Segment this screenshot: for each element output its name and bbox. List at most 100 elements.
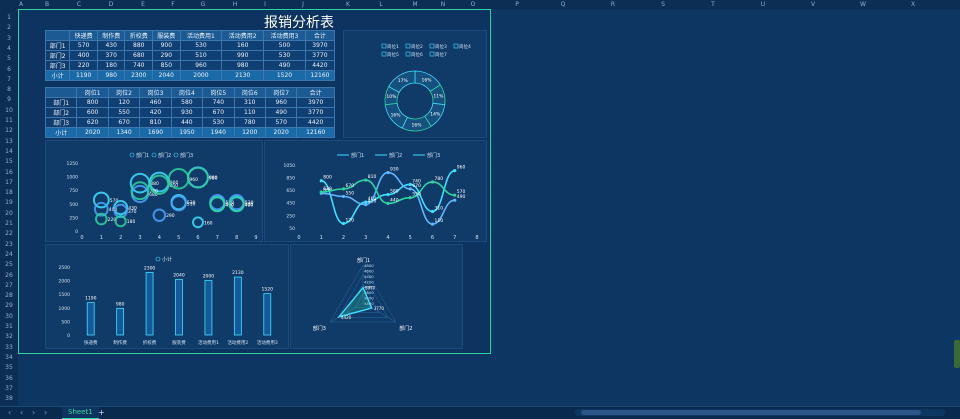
table-cell[interactable]: 810 [139,117,172,128]
table-cell[interactable]: 980 [96,70,126,81]
row-header-32[interactable]: 32 [0,332,18,341]
bubble-chart-panel[interactable]: 部门1 部门2 部门3 0 1 2 3 4 5 6 7 8 9 0 250 500 750 1000 1250 570… [45,140,263,242]
column-header-cell[interactable]: 服装费 [152,30,181,41]
column-header-cell[interactable]: 折校费 [124,30,154,41]
table-cell[interactable]: 570 [264,117,298,128]
column-header-V[interactable]: V [806,0,820,9]
table-cell[interactable]: 2300 [124,70,154,81]
table-cell[interactable]: 1940 [202,127,235,138]
column-header-T[interactable]: T [706,0,720,9]
table-cell[interactable]: 2040 [152,70,181,81]
row-header-35[interactable]: 35 [0,363,18,372]
table-cell[interactable]: 3970 [296,97,335,108]
table-cell[interactable]: 部门2 [44,50,71,61]
row-header-3[interactable]: 3 [0,34,18,43]
table-cell[interactable]: 740 [124,60,154,71]
column-header-cell[interactable]: 合计 [304,30,336,41]
row-header-28[interactable]: 28 [0,291,18,300]
table-cell[interactable]: 530 [179,40,223,51]
column-header-cell[interactable]: 岗位7 [264,87,298,98]
table-cell[interactable]: 490 [263,60,306,71]
table-cell[interactable]: 12160 [296,127,335,138]
row-header-34[interactable]: 34 [0,353,18,362]
row-header-1[interactable]: 1 [0,13,18,22]
table-cell[interactable]: 680 [124,50,154,61]
table-cell[interactable]: 930 [170,107,204,118]
row-header-13[interactable]: 13 [0,137,18,146]
horizontal-scroll-thumb[interactable] [581,410,921,415]
row-header-33[interactable]: 33 [0,343,18,352]
row-header-5[interactable]: 5 [0,54,18,63]
row-header-22[interactable]: 22 [0,229,18,238]
table-cell[interactable]: 310 [233,97,266,108]
table-cell[interactable]: 670 [202,107,235,118]
table-cell[interactable]: 960 [179,60,223,71]
table-cell[interactable]: 530 [263,50,306,61]
table-cell[interactable]: 900 [152,40,181,51]
table-cell[interactable]: 3970 [304,40,336,51]
horizontal-scrollbar[interactable] [575,409,945,416]
column-header-cell[interactable] [44,30,71,41]
column-header-cell[interactable]: 岗位4 [170,87,204,98]
row-header-6[interactable]: 6 [0,65,18,74]
column-header-Q[interactable]: Q [556,0,570,9]
row-header-20[interactable]: 20 [0,209,18,218]
next-sheet-icon[interactable]: › [32,407,35,418]
column-header-E[interactable]: E [136,0,150,9]
table-cell[interactable]: 12160 [304,70,336,81]
table-cell[interactable]: 550 [107,107,141,118]
dashboard-range[interactable]: 报销分析表 快递费 制作费 折校费 服装费 活动费用1 活动费用2 活动费用3 合计 部门1 57… [18,9,491,354]
row-header-9[interactable]: 9 [0,95,18,104]
column-header-H[interactable]: H [228,0,242,9]
column-header-O[interactable]: O [466,0,480,9]
table-cell[interactable]: 500 [263,40,306,51]
table-cell[interactable]: 980 [221,60,265,71]
column-header-cell[interactable]: 岗位3 [139,87,172,98]
table-cell[interactable]: 110 [233,107,266,118]
table-cell[interactable]: 1340 [107,127,141,138]
row-header-23[interactable]: 23 [0,240,18,249]
table-cell[interactable]: 220 [69,60,98,71]
table-cell[interactable]: 小计 [44,127,78,138]
prev-sheet-icon[interactable]: ‹ [20,407,23,418]
table-cell[interactable]: 420 [139,107,172,118]
row-header-21[interactable]: 21 [0,219,18,228]
table-cell[interactable]: 370 [96,50,126,61]
bar-chart-panel[interactable]: 小计 0 500 1000 1500 2000 2500 1190 快递费 980 制作费 2300 折… [45,244,289,349]
table-cell[interactable]: 160 [221,40,265,51]
table-cell[interactable]: 1200 [233,127,266,138]
row-header-8[interactable]: 8 [0,85,18,94]
row-header-38[interactable]: 38 [0,394,18,403]
column-header-cell[interactable]: 快递费 [69,30,98,41]
column-header-I[interactable]: I [258,0,272,9]
table-cell[interactable]: 620 [76,117,109,128]
column-header-F[interactable]: F [166,0,180,9]
row-header-30[interactable]: 30 [0,312,18,321]
table-cell[interactable]: 880 [124,40,154,51]
row-header-24[interactable]: 24 [0,250,18,259]
row-header-17[interactable]: 17 [0,178,18,187]
column-header-P[interactable]: P [510,0,524,9]
table-cell[interactable]: 1950 [170,127,204,138]
column-header-cell[interactable] [44,87,78,98]
table-cell[interactable]: 430 [96,40,126,51]
table-cell[interactable]: 4420 [304,60,336,71]
table-cell[interactable]: 2020 [264,127,298,138]
table-cell[interactable]: 部门3 [44,117,78,128]
table-cell[interactable]: 440 [170,117,204,128]
column-header-S[interactable]: S [656,0,670,9]
table-cell[interactable]: 2020 [76,127,109,138]
table-cell[interactable]: 部门1 [44,97,78,108]
row-header-14[interactable]: 14 [0,147,18,156]
first-sheet-icon[interactable]: ‹ [8,407,11,418]
table-cell[interactable]: 740 [202,97,235,108]
table-cell[interactable]: 510 [179,50,223,61]
column-header-N[interactable]: N [436,0,450,9]
row-header-25[interactable]: 25 [0,260,18,269]
table-cell[interactable]: 180 [96,60,126,71]
table-cell[interactable]: 570 [69,40,98,51]
last-sheet-icon[interactable]: › [44,407,47,418]
table-cell[interactable]: 290 [152,50,181,61]
column-header-cell[interactable]: 岗位6 [233,87,266,98]
column-header-L[interactable]: L [374,0,388,9]
